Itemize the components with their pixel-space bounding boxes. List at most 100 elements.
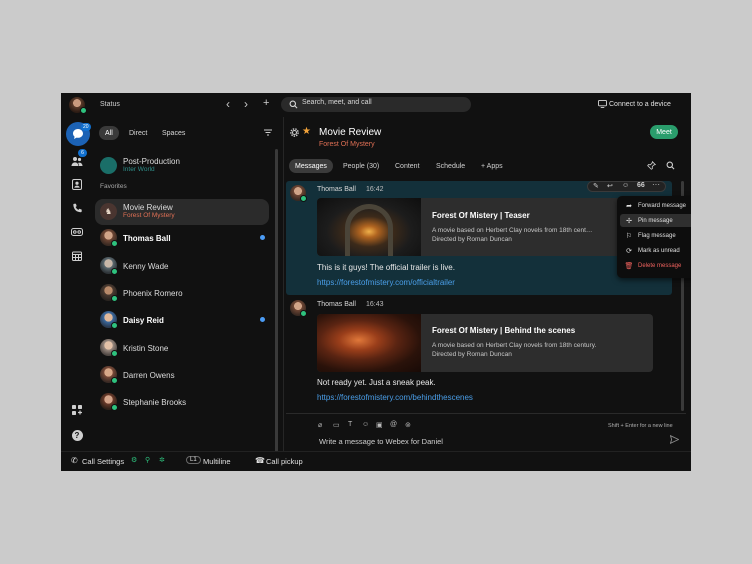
status-label[interactable]: Status: [100, 101, 120, 108]
conversation-title: Movie Review: [319, 127, 382, 138]
filter-direct[interactable]: Direct: [123, 126, 153, 140]
composer-divider: [286, 413, 686, 414]
space-avatar: [100, 157, 117, 174]
filter-spaces[interactable]: Spaces: [156, 126, 191, 140]
rail-contacts[interactable]: [66, 173, 88, 195]
forward-call-icon[interactable]: ⚲: [145, 456, 150, 464]
attach-icon[interactable]: ⌀: [318, 421, 322, 429]
list-scrollbar[interactable]: [275, 149, 278, 454]
rail-apps[interactable]: [66, 399, 88, 421]
tab-schedule[interactable]: Schedule: [430, 159, 471, 173]
plus-icon[interactable]: +: [263, 97, 269, 109]
apps-icon[interactable]: ⊚: [405, 421, 411, 429]
tab-people[interactable]: People (30): [337, 159, 385, 173]
item-name: Stephanie Brooks: [123, 398, 187, 407]
trash-icon: 🗑: [624, 262, 634, 270]
reply-icon[interactable]: ↩: [607, 182, 613, 190]
tab-messages[interactable]: Messages: [289, 159, 333, 173]
menu-flag-message[interactable]: ⚐ Flag message: [620, 229, 691, 242]
archway-shape: [345, 204, 393, 256]
filter-all[interactable]: All: [99, 126, 119, 140]
message-input[interactable]: Write a message to Webex for Daniel: [319, 437, 443, 446]
format-text-icon[interactable]: T: [348, 421, 352, 428]
list-item-phoenix-romero[interactable]: Phoenix Romero: [95, 280, 269, 306]
star-icon[interactable]: ★: [302, 126, 311, 137]
list-item-thomas-ball[interactable]: Thomas Ball: [95, 225, 269, 251]
menu-forward-message[interactable]: ➦ Forward message: [620, 199, 691, 212]
item-name: Darren Owens: [123, 371, 175, 380]
voicemail-icon: [71, 228, 83, 236]
message-text: Not ready yet. Just a sneak peak.: [317, 378, 436, 387]
gear-icon[interactable]: [290, 128, 299, 137]
horse-icon: ♞: [104, 207, 113, 216]
presence-indicator: [111, 268, 118, 275]
rail-help[interactable]: ?: [66, 424, 88, 446]
message-link[interactable]: https://forestofmistery.com/officialtrai…: [317, 278, 455, 287]
item-name: Thomas Ball: [123, 234, 171, 243]
favorites-heading: Favorites: [100, 183, 127, 190]
line-tag: L1: [186, 456, 201, 464]
flag-icon: ⚐: [625, 232, 633, 240]
list-item-stephanie-brooks[interactable]: Stephanie Brooks: [95, 389, 269, 415]
back-arrow-icon[interactable]: ‹: [226, 97, 230, 111]
rail-calendar[interactable]: [66, 245, 88, 267]
call-settings-icon: ✆: [71, 456, 78, 465]
card-director: Directed by Roman Duncan: [432, 351, 512, 358]
tab-content[interactable]: Content: [389, 159, 426, 173]
gif-icon[interactable]: ▣: [376, 421, 383, 429]
emoji-icon[interactable]: ☺: [362, 421, 369, 428]
presence-indicator: [111, 240, 118, 247]
message-text: This is it guys! The official trailer is…: [317, 263, 455, 272]
filter-icon[interactable]: [264, 129, 272, 136]
message-link[interactable]: https://forestofmistery.com/behindthesce…: [317, 393, 473, 402]
search-bar[interactable]: Search, meet, and call: [281, 97, 471, 112]
settings-small-icon[interactable]: ✲: [159, 456, 165, 464]
list-item-daisy-reid[interactable]: Daisy Reid: [95, 307, 269, 333]
emoji-icon[interactable]: ☺: [622, 182, 629, 189]
help-icon: ?: [71, 429, 83, 441]
presence-indicator: [300, 310, 307, 317]
menu-pin-message[interactable]: ✢ Pin message: [620, 214, 691, 227]
link-preview-card[interactable]: Forest Of Mistery | Behind the scenes A …: [317, 314, 653, 372]
send-icon[interactable]: [670, 435, 679, 444]
quote-icon[interactable]: 66: [637, 182, 645, 189]
calendar-icon: [72, 251, 82, 261]
list-item-kenny-wade[interactable]: Kenny Wade: [95, 253, 269, 279]
folder-icon[interactable]: ▭: [333, 421, 340, 429]
link-preview-card[interactable]: Forest Of Mistery | Teaser A movie based…: [317, 198, 653, 256]
edit-icon[interactable]: ✎: [593, 182, 599, 190]
list-item-kristin-stone[interactable]: Kristin Stone: [95, 335, 269, 361]
call-pickup-icon: ☎: [255, 456, 265, 465]
message-author: Thomas Ball: [317, 301, 356, 308]
teams-icon: [71, 156, 83, 166]
call-pickup-label[interactable]: Call pickup: [266, 457, 303, 466]
list-item-darren-owens[interactable]: Darren Owens: [95, 362, 269, 388]
presence-indicator: [80, 107, 87, 114]
list-item-post-production[interactable]: Post-Production Inter World: [95, 153, 269, 179]
item-name: Kenny Wade: [123, 262, 169, 271]
menu-delete-message[interactable]: 🗑 Delete message: [620, 259, 691, 272]
rail-calling[interactable]: [66, 197, 88, 219]
rail-voicemail[interactable]: [66, 221, 88, 243]
unread-indicator: [260, 317, 265, 322]
connect-device-label[interactable]: Connect to a device: [609, 101, 671, 108]
list-item-movie-review[interactable]: ♞ Movie Review Forest Of Mystery: [95, 199, 269, 225]
mention-icon[interactable]: @: [390, 421, 397, 428]
more-icon[interactable]: ···: [652, 180, 660, 189]
contacts-icon: [72, 178, 82, 190]
composer-hint: Shift + Enter for a new line: [608, 423, 673, 429]
meet-label: Meet: [656, 128, 672, 136]
card-title: Forest Of Mistery | Behind the scenes: [432, 326, 576, 335]
item-name: Daisy Reid: [123, 316, 164, 325]
tab-apps[interactable]: + Apps: [475, 159, 509, 173]
dnd-icon[interactable]: ⚙: [131, 456, 137, 464]
unread-indicator: [260, 235, 265, 240]
search-icon[interactable]: [666, 161, 675, 170]
pin-icon[interactable]: [647, 161, 656, 170]
device-icon[interactable]: [598, 100, 607, 108]
multiline-label[interactable]: Multiline: [203, 457, 231, 466]
menu-mark-unread[interactable]: ⟳ Mark as unread: [620, 244, 691, 257]
call-settings-label[interactable]: Call Settings: [82, 457, 124, 466]
forward-arrow-icon[interactable]: ›: [244, 97, 248, 111]
meet-button[interactable]: Meet: [650, 125, 678, 139]
